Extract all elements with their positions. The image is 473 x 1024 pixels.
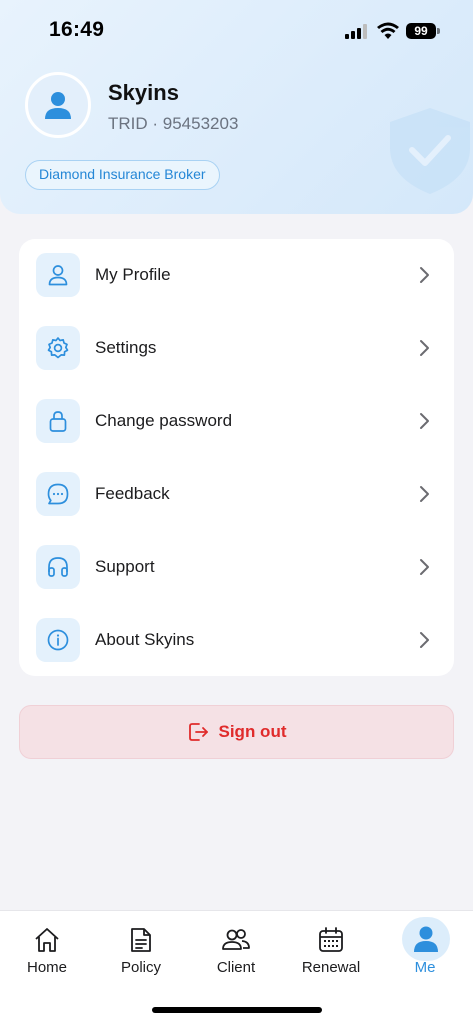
menu-item-change-password[interactable]: Change password (19, 385, 454, 458)
headphones-icon (48, 557, 68, 577)
tab-home[interactable]: Home (0, 911, 94, 991)
tab-label: Policy (120, 959, 161, 976)
wifi-icon (377, 22, 399, 39)
menu-item-feedback[interactable]: Feedback (19, 458, 454, 531)
user-trid: TRID · 95453203 (108, 114, 239, 133)
menu-item-settings[interactable]: Settings (19, 312, 454, 385)
battery-icon: 99 (406, 23, 436, 39)
status-bar: 16:49 99 (0, 0, 473, 60)
menu-card: My Profile Settings Change password Feed… (19, 239, 454, 676)
menu-icon-tile (36, 253, 80, 297)
menu-icon-tile (36, 472, 80, 516)
tab-icon-wrap (219, 923, 253, 957)
tab-icon-wrap (314, 923, 348, 957)
menu-icon-tile (36, 326, 80, 370)
menu-item-label: About Skyins (95, 630, 195, 649)
chevron-right-icon (420, 413, 429, 429)
battery-tip (437, 28, 440, 34)
chat-bubble-icon (47, 483, 69, 505)
menu-item-label: Support (95, 557, 155, 576)
menu-item-label: Settings (95, 338, 157, 357)
chevron-right-icon (420, 340, 429, 356)
menu-icon-tile (36, 618, 80, 662)
menu-icon-tile (36, 545, 80, 589)
menu-item-my-profile[interactable]: My Profile (19, 239, 454, 312)
tab-icon-wrap (30, 923, 64, 957)
tab-policy[interactable]: Policy (94, 911, 188, 991)
menu-item-about[interactable]: About Skyins (19, 604, 454, 677)
tab-icon-wrap (124, 923, 158, 957)
menu-item-label: Change password (95, 411, 233, 430)
chevron-right-icon (420, 559, 429, 575)
sign-out-button[interactable]: Sign out (19, 705, 454, 759)
shield-check-icon (390, 108, 470, 194)
user-icon (48, 265, 68, 286)
chevron-right-icon (420, 632, 429, 648)
document-icon (131, 928, 151, 952)
profile-header: 16:49 99 Skyins TRID · 95453203 Diamond … (0, 0, 473, 214)
person-icon (45, 92, 71, 119)
tab-label: Client (216, 959, 256, 976)
tab-label: Home (26, 959, 67, 976)
chevron-right-icon (420, 486, 429, 502)
menu-item-label: My Profile (95, 265, 171, 284)
logout-icon (188, 723, 208, 741)
home-icon (35, 928, 59, 952)
info-icon (47, 629, 69, 651)
avatar[interactable] (25, 72, 91, 138)
tab-me[interactable]: Me (378, 911, 472, 991)
calendar-icon (319, 927, 343, 952)
tab-client[interactable]: Client (189, 911, 283, 991)
cellular-signal-icon (345, 24, 367, 39)
menu-item-label: Feedback (95, 484, 170, 503)
tab-renewal[interactable]: Renewal (284, 911, 378, 991)
gear-icon (47, 337, 69, 359)
broker-level-badge: Diamond Insurance Broker (25, 160, 220, 190)
sign-out-label: Sign out (218, 722, 287, 741)
tab-label: Renewal (301, 959, 361, 976)
status-time: 16:49 (49, 18, 105, 41)
lock-icon (49, 411, 67, 432)
menu-icon-tile (36, 399, 80, 443)
tab-icon-wrap (402, 917, 450, 961)
users-icon (222, 929, 250, 950)
tab-label: Me (414, 959, 436, 976)
chevron-right-icon (420, 267, 429, 283)
menu-item-support[interactable]: Support (19, 531, 454, 604)
home-indicator[interactable] (152, 1007, 322, 1013)
person-icon (414, 926, 438, 952)
user-name: Skyins (108, 80, 179, 105)
